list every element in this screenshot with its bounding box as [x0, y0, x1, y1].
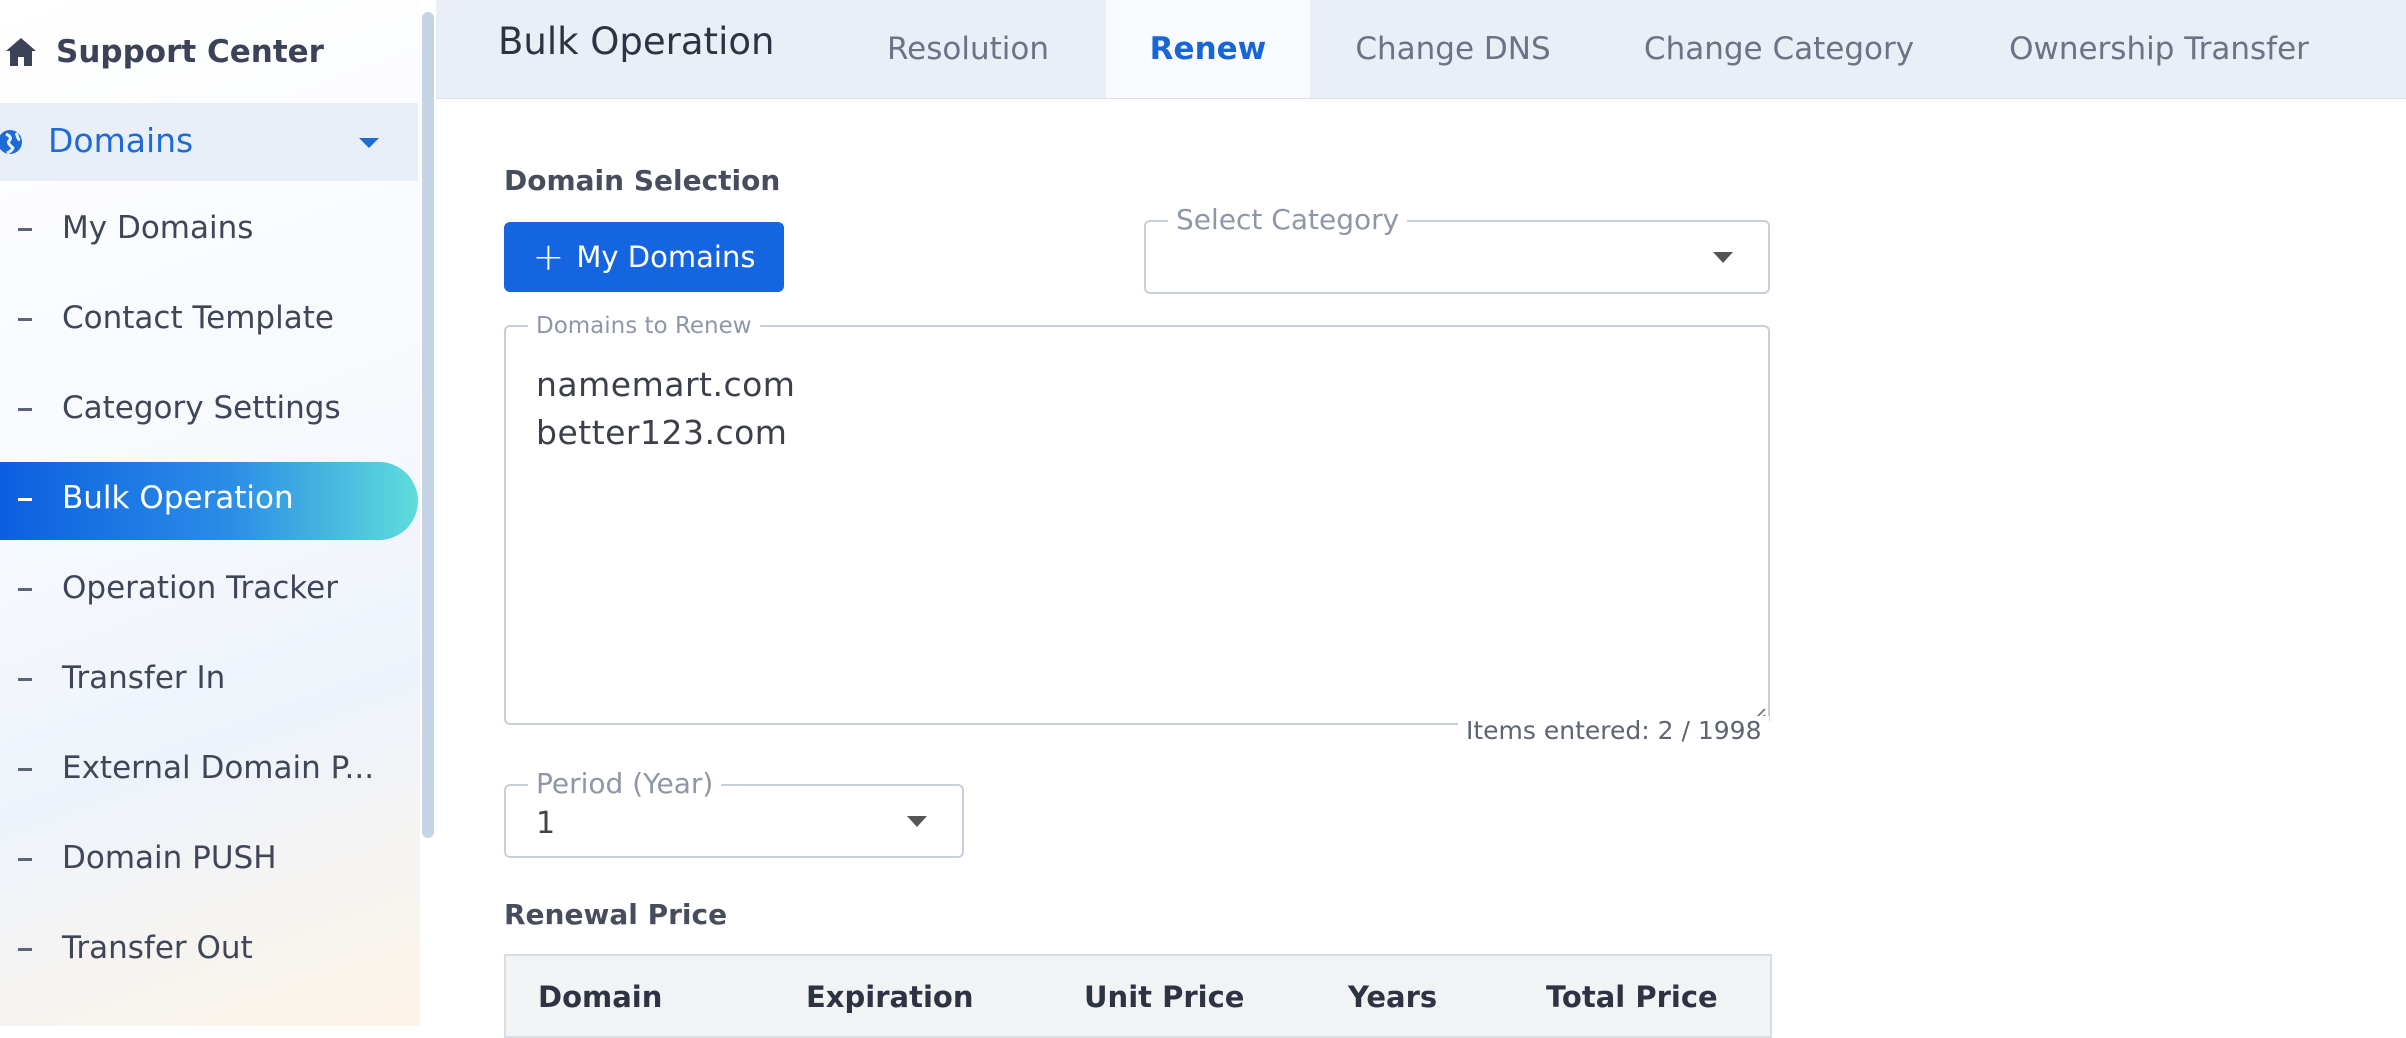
domain-selection-label: Domain Selection — [504, 164, 781, 197]
column-header-domain: Domain — [538, 980, 663, 1014]
period-year-dropdown[interactable]: Period (Year) 1 — [504, 767, 964, 858]
dash-icon — [18, 588, 32, 591]
sidebar-item-operation-tracker[interactable]: Operation Tracker — [0, 552, 418, 630]
select-category-legend: Select Category — [1168, 203, 1408, 236]
sidebar-item-contact-template[interactable]: Contact Template — [0, 282, 418, 360]
period-year-value: 1 — [536, 806, 556, 841]
tab-change-dns[interactable]: Change DNS — [1348, 0, 1558, 98]
sidebar-item-transfer-in[interactable]: Transfer In — [0, 642, 418, 720]
column-header-unit-price: Unit Price — [1084, 980, 1245, 1014]
sidebar-group-domains[interactable]: Domains — [0, 103, 418, 181]
plus-icon: + — [532, 235, 565, 279]
sidebar-item-transfer-out[interactable]: Transfer Out — [0, 912, 418, 990]
sidebar-item-bulk-operation[interactable]: Bulk Operation — [0, 462, 418, 540]
dash-icon — [18, 498, 32, 501]
dash-icon — [18, 318, 32, 321]
sidebar-item-label: Transfer Out — [62, 930, 253, 966]
page-title: Bulk Operation — [498, 20, 775, 63]
domain-entry: better123.com — [536, 413, 788, 452]
my-domains-button-label: My Domains — [576, 240, 756, 274]
sidebar-group-label: Domains — [48, 121, 194, 160]
column-header-expiration: Expiration — [806, 980, 974, 1014]
tab-change-category[interactable]: Change Category — [1640, 0, 1918, 98]
sidebar: Support Center Domains My Domains Contac… — [0, 0, 420, 1026]
dash-icon — [18, 948, 32, 951]
sidebar-header-label: Support Center — [56, 34, 324, 70]
chevron-down-icon — [1713, 252, 1733, 263]
domain-entry: namemart.com — [536, 365, 796, 404]
chevron-down-icon — [359, 138, 379, 148]
sidebar-item-label: Operation Tracker — [62, 570, 338, 606]
sidebar-item-label: Contact Template — [62, 300, 334, 336]
dash-icon — [18, 228, 32, 231]
period-year-legend: Period (Year) — [528, 767, 722, 800]
domains-list: namemart.com better123.com — [536, 361, 795, 457]
sidebar-item-external-domain[interactable]: External Domain P... — [0, 732, 418, 810]
top-bar: Bulk Operation Resolution Renew Change D… — [436, 0, 2406, 99]
sidebar-item-label: External Domain P... — [62, 750, 375, 786]
tab-renew[interactable]: Renew — [1106, 0, 1310, 98]
add-my-domains-button[interactable]: + My Domains — [504, 222, 784, 292]
dash-icon — [18, 408, 32, 411]
sidebar-item-domain-push[interactable]: Domain PUSH — [0, 822, 418, 900]
sidebar-item-label: Bulk Operation — [62, 480, 294, 516]
sidebar-item-label: My Domains — [62, 210, 254, 246]
column-header-years: Years — [1348, 980, 1438, 1014]
sidebar-item-label: Category Settings — [62, 390, 341, 426]
sidebar-item-label: Domain PUSH — [62, 840, 277, 876]
tab-resolution[interactable]: Resolution — [870, 0, 1066, 98]
select-category-dropdown[interactable]: Select Category — [1144, 203, 1770, 294]
domains-to-renew-textarea[interactable]: Domains to Renew namemart.com better123.… — [504, 313, 1770, 725]
dash-icon — [18, 768, 32, 771]
renewal-price-table: Domain Expiration Unit Price Years Total… — [504, 954, 1772, 1038]
dash-icon — [18, 678, 32, 681]
domains-to-renew-legend: Domains to Renew — [528, 313, 760, 339]
dash-icon — [18, 858, 32, 861]
sidebar-item-label: Transfer In — [62, 660, 226, 696]
sidebar-header-support-center[interactable]: Support Center — [0, 22, 400, 82]
tab-ownership-transfer[interactable]: Ownership Transfer — [2006, 0, 2312, 98]
globe-icon — [0, 130, 22, 155]
sidebar-scrollbar[interactable] — [422, 12, 434, 838]
items-entered-counter: Items entered: 2 / 1998 — [1458, 716, 1770, 745]
chevron-down-icon — [907, 816, 927, 827]
sidebar-item-category-settings[interactable]: Category Settings — [0, 372, 418, 450]
sidebar-item-my-domains[interactable]: My Domains — [0, 192, 418, 270]
renewal-price-label: Renewal Price — [504, 898, 728, 931]
home-icon — [6, 38, 36, 66]
column-header-total-price: Total Price — [1546, 980, 1718, 1014]
